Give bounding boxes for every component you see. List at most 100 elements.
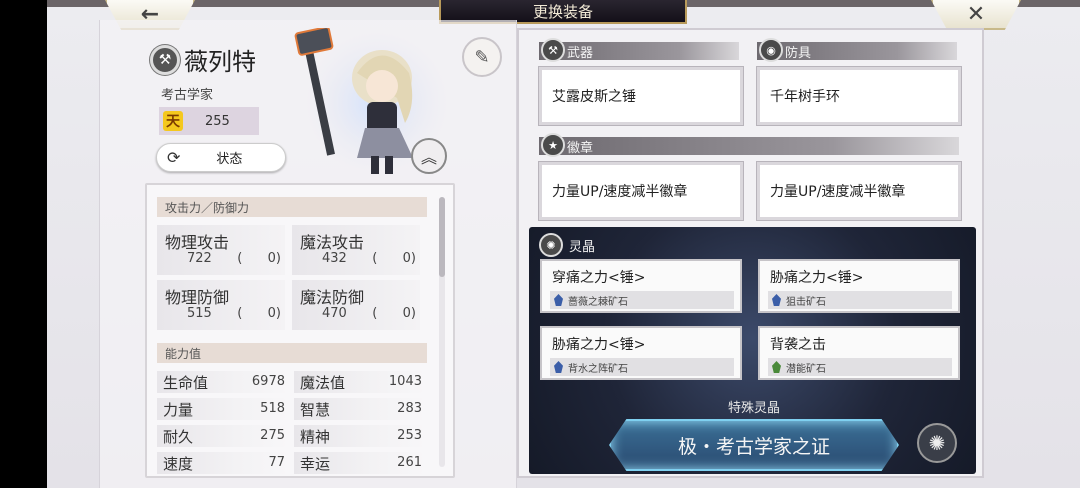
crystal-header: ✺ 灵晶 <box>539 233 595 257</box>
star-badge-icon: ★ <box>541 133 565 157</box>
ability-header: 能力值 <box>157 343 427 363</box>
ability-name: 速度 <box>163 455 194 473</box>
crystal-name: 胁痛之力<锤> <box>552 337 646 353</box>
ore-name: 背水之阵矿石 <box>568 363 628 375</box>
badge-section-header: ★ 徽章 <box>539 133 959 157</box>
status-label: 状态 <box>216 152 243 167</box>
crystal-name: 背袭之击 <box>770 337 826 353</box>
close-icon: ✕ <box>966 1 986 27</box>
ability-row: 速度 77 <box>157 452 289 474</box>
stat-name: 魔法攻击 <box>300 233 365 252</box>
rank-icon: 天 <box>163 111 183 131</box>
ore-gem-icon <box>554 294 563 306</box>
crystal-name: 穿痛之力<锤> <box>552 270 646 286</box>
stat-name: 物理防御 <box>165 288 230 307</box>
ore-name: 潜能矿石 <box>786 363 826 375</box>
stat-value: 432 <box>322 251 347 266</box>
crystal-settings-button[interactable]: ✺ <box>917 423 957 463</box>
refresh-icon: ⟳ <box>167 148 181 167</box>
ability-value: 261 <box>397 455 422 470</box>
double-chevron-up-icon: ︽ <box>420 148 437 167</box>
close-button[interactable]: ✕ <box>931 0 1021 30</box>
expand-up-button[interactable]: ︽ <box>411 138 447 174</box>
ore-gem-icon <box>554 361 563 373</box>
ability-name: 幸运 <box>300 455 331 473</box>
status-button[interactable]: ⟳ 状态 <box>156 143 286 172</box>
stat-paren: ( <box>237 306 243 321</box>
crystal-section: ✺ 灵晶 穿痛之力<锤> 蔷薇之棘矿石 胁痛之力<锤> 狙击矿石 胁痛之力<锤>… <box>529 227 976 474</box>
stat-tile-phys-def: 物理防御 515 (0) <box>157 280 285 330</box>
ability-value: 253 <box>397 428 422 443</box>
armor-section-header: ◉ 防具 <box>757 38 957 62</box>
stat-name: 魔法防御 <box>300 288 365 307</box>
stat-paren: ( <box>237 251 243 266</box>
stat-bonus: 0) <box>267 251 281 266</box>
badge-slot-1[interactable]: 力量UP/速度减半徽章 <box>538 161 744 221</box>
ability-value: 275 <box>260 428 285 443</box>
weapon-slot[interactable]: 艾露皮斯之锤 <box>538 66 744 126</box>
badge-label: 徽章 <box>567 140 594 156</box>
stat-bonus: 0) <box>267 306 281 321</box>
ability-value: 283 <box>397 401 422 416</box>
weapon-label: 武器 <box>567 45 594 61</box>
rank-value: 255 <box>205 113 230 129</box>
ability-row: 智慧 283 <box>294 398 426 420</box>
ore-name: 蔷薇之棘矿石 <box>568 296 628 308</box>
stat-tile-phys-atk: 物理攻击 722 (0) <box>157 225 285 275</box>
stat-tile-mag-atk: 魔法攻击 432 (0) <box>292 225 420 275</box>
atk-def-header: 攻击力／防御力 <box>157 197 427 217</box>
rank-box: 天 255 <box>159 107 259 135</box>
hammer-icon: ⚒ <box>150 44 180 75</box>
ability-value: 77 <box>268 455 285 470</box>
equipment-screen: ← 更换装备 ✕ ⚒ 薇列特 考古学家 天 255 ⟳ 状态 ✎ ︽ 攻击力／防… <box>47 0 1080 488</box>
crystal-name: 胁痛之力<锤> <box>770 270 864 286</box>
crystal-slot-3[interactable]: 胁痛之力<锤> 背水之阵矿石 <box>540 326 742 380</box>
ability-row: 生命值 6978 <box>157 371 289 393</box>
sparkle-icon: ✺ <box>928 431 946 455</box>
stat-value: 515 <box>187 306 212 321</box>
character-name-row: ⚒ 薇列特 <box>150 42 256 77</box>
ability-name: 力量 <box>163 401 194 419</box>
stat-paren: ( <box>372 306 378 321</box>
stats-panel: 攻击力／防御力 物理攻击 722 (0) 魔法攻击 432 (0) 物理防御 515… <box>145 183 455 478</box>
ore-name: 狙击矿石 <box>786 296 826 308</box>
armor-label: 防具 <box>785 45 812 61</box>
special-crystal-button[interactable]: 极・考古学家之证 <box>609 419 899 471</box>
ability-value: 6978 <box>251 374 285 389</box>
crystal-slot-4[interactable]: 背袭之击 潜能矿石 <box>758 326 960 380</box>
character-class: 考古学家 <box>161 88 214 103</box>
hammer-icon: ⚒ <box>541 38 565 62</box>
equipment-panel: ⚒ 武器 ◉ 防具 艾露皮斯之锤 千年树手环 ★ 徽章 力量UP/速度减半徽章 … <box>517 28 984 478</box>
scroll-thumb[interactable] <box>439 197 445 277</box>
crystal-icon: ✺ <box>539 233 563 257</box>
memo-button[interactable]: ✎ <box>462 37 502 77</box>
ability-row: 魔法值 1043 <box>294 371 426 393</box>
crystal-slot-2[interactable]: 胁痛之力<锤> 狙击矿石 <box>758 259 960 313</box>
ability-name: 精神 <box>300 428 331 446</box>
ore-gem-icon <box>772 294 781 306</box>
crystal-slot-1[interactable]: 穿痛之力<锤> 蔷薇之棘矿石 <box>540 259 742 313</box>
ore-gem-icon <box>772 361 781 373</box>
character-name: 薇列特 <box>184 48 256 76</box>
badge-slot-2[interactable]: 力量UP/速度减半徽章 <box>756 161 962 221</box>
ability-name: 耐久 <box>163 428 194 446</box>
crystal-label: 灵晶 <box>569 239 596 255</box>
stat-value: 722 <box>187 251 212 266</box>
ability-value: 518 <box>260 401 285 416</box>
stat-bonus: 0) <box>402 306 416 321</box>
armor-icon: ◉ <box>759 38 783 62</box>
stats-scrollbar[interactable] <box>439 197 445 467</box>
ability-name: 智慧 <box>300 401 331 419</box>
ability-row: 幸运 261 <box>294 452 426 474</box>
ability-value: 1043 <box>388 374 422 389</box>
armor-slot[interactable]: 千年树手环 <box>756 66 962 126</box>
ability-row: 耐久 275 <box>157 425 289 447</box>
weapon-section-header: ⚒ 武器 <box>539 38 739 62</box>
ability-row: 力量 518 <box>157 398 289 420</box>
stat-paren: ( <box>372 251 378 266</box>
memo-icon: ✎ <box>474 46 490 68</box>
ability-name: 生命值 <box>163 374 209 392</box>
stat-bonus: 0) <box>402 251 416 266</box>
stat-tile-mag-def: 魔法防御 470 (0) <box>292 280 420 330</box>
stat-name: 物理攻击 <box>165 233 230 252</box>
